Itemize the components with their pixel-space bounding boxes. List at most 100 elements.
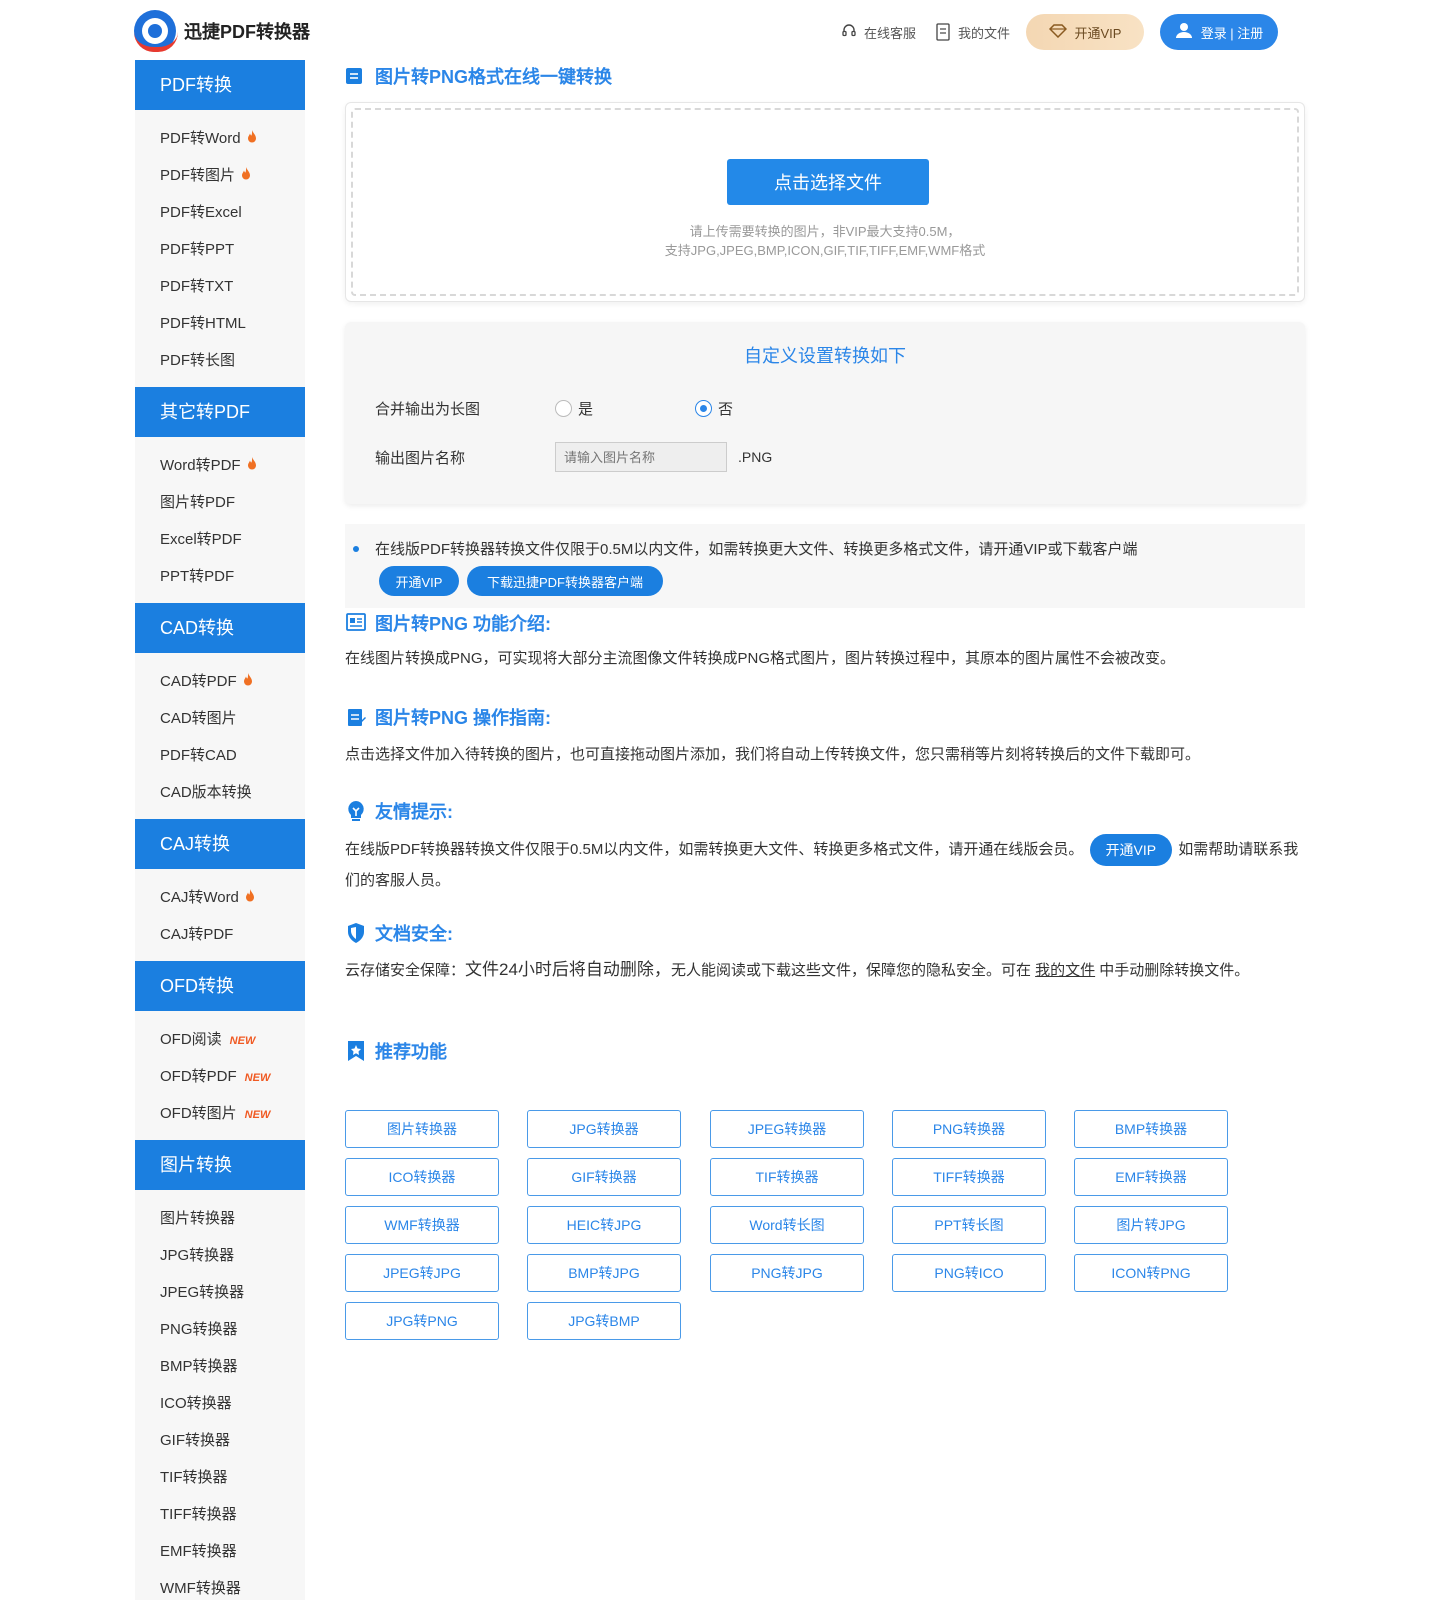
recommend-button[interactable]: Word转长图 <box>710 1206 864 1244</box>
choose-file-button[interactable]: 点击选择文件 <box>727 159 929 205</box>
recommend-button[interactable]: JPEG转JPG <box>345 1254 499 1292</box>
intro-section: 图片转PNG 功能介绍: 在线图片转换成PNG，可实现将大部分主流图像文件转换成… <box>345 608 1305 674</box>
sidebar-item[interactable]: PDF转Excel <box>135 194 305 231</box>
sidebar-item[interactable]: Excel转PDF <box>135 521 305 558</box>
radio-option-yes[interactable]: 是 <box>555 398 593 419</box>
sidebar-item[interactable]: OFD转图片 NEW <box>135 1095 305 1132</box>
sidebar-item[interactable]: ICO转换器 <box>135 1385 305 1422</box>
sidebar-item-label: Excel转PDF <box>160 531 242 548</box>
recommend-button[interactable]: BMP转JPG <box>527 1254 681 1292</box>
recommend-button[interactable]: 图片转JPG <box>1074 1206 1228 1244</box>
fire-icon <box>247 130 257 146</box>
recommend-button[interactable]: TIFF转换器 <box>892 1158 1046 1196</box>
sidebar-item[interactable]: PDF转CAD <box>135 737 305 774</box>
sidebar-category-header[interactable]: CAJ转换 <box>135 819 305 869</box>
sidebar-item[interactable]: BMP转换器 <box>135 1348 305 1385</box>
sidebar-item-label: CAD转PDF <box>160 673 237 690</box>
recommend-button[interactable]: PNG转ICO <box>892 1254 1046 1292</box>
sidebar-category-header[interactable]: PDF转换 <box>135 60 305 110</box>
sidebar-category-header[interactable]: OFD转换 <box>135 961 305 1011</box>
sidebar-item-label: JPEG转换器 <box>160 1284 245 1301</box>
recommend-button[interactable]: ICON转PNG <box>1074 1254 1228 1292</box>
logo[interactable]: 迅捷PDF转换器 <box>134 10 310 52</box>
sidebar-item[interactable]: JPG转换器 <box>135 1237 305 1274</box>
recommend-button[interactable]: HEIC转JPG <box>527 1206 681 1244</box>
radio-no[interactable] <box>695 400 712 417</box>
sidebar-category-header[interactable]: 其它转PDF <box>135 387 305 437</box>
recommend-button[interactable]: BMP转换器 <box>1074 1110 1228 1148</box>
sidebar-item[interactable]: CAD转图片 <box>135 700 305 737</box>
open-vip-button[interactable]: 开通VIP <box>1026 14 1144 50</box>
sidebar-item-label: 图片转换器 <box>160 1210 236 1227</box>
recommend-button[interactable]: EMF转换器 <box>1074 1158 1228 1196</box>
sidebar-item[interactable]: GIF转换器 <box>135 1422 305 1459</box>
sidebar-item[interactable]: OFD阅读 NEW <box>135 1021 305 1058</box>
sidebar-item[interactable]: CAD转PDF <box>135 663 305 700</box>
sidebar-item-label: TIF转换器 <box>160 1469 228 1486</box>
sidebar-item[interactable]: CAJ转PDF <box>135 916 305 953</box>
login-register-button[interactable]: 登录 | 注册 <box>1160 14 1278 50</box>
recommend-button[interactable]: PPT转长图 <box>892 1206 1046 1244</box>
sidebar-item[interactable]: 图片转换器 <box>135 1200 305 1237</box>
my-files-inline-link[interactable]: 我的文件 <box>1035 962 1095 979</box>
download-client-button[interactable]: 下载迅捷PDF转换器客户端 <box>467 566 663 596</box>
sidebar-item[interactable]: TIF转换器 <box>135 1459 305 1496</box>
sidebar-item[interactable]: OFD转PDF NEW <box>135 1058 305 1095</box>
customer-service-link[interactable]: 在线客服 <box>840 23 916 42</box>
recommend-button[interactable]: PNG转换器 <box>892 1110 1046 1148</box>
settings-panel: 自定义设置转换如下 合并输出为长图 是 否 输出图片名称 .PNG <box>345 322 1305 504</box>
sidebar-item[interactable]: 图片转PDF <box>135 484 305 521</box>
sidebar-item[interactable]: PDF转HTML <box>135 305 305 342</box>
sidebar-item[interactable]: Word转PDF <box>135 447 305 484</box>
security-suffix: 中手动删除转换文件。 <box>1095 962 1250 979</box>
sidebar-item-label: PDF转Excel <box>160 204 242 221</box>
bookmark-star-icon <box>345 1040 367 1062</box>
upload-dropzone[interactable]: 点击选择文件 请上传需要转换的图片，非VIP最大支持0.5M， 支持JPG,JP… <box>351 108 1299 296</box>
customer-service-label: 在线客服 <box>863 25 916 41</box>
radio-option-no[interactable]: 否 <box>695 398 733 419</box>
sidebar-item[interactable]: PDF转Word <box>135 120 305 157</box>
recommend-button[interactable]: ICO转换器 <box>345 1158 499 1196</box>
output-name-input[interactable] <box>555 442 727 472</box>
sidebar-item[interactable]: PPT转PDF <box>135 558 305 595</box>
recommend-button[interactable]: GIF转换器 <box>527 1158 681 1196</box>
notice-vip-button[interactable]: 开通VIP <box>379 566 459 596</box>
sidebar-item[interactable]: PDF转TXT <box>135 268 305 305</box>
sidebar-item-label: OFD阅读 <box>160 1031 222 1048</box>
recommend-button[interactable]: JPG转换器 <box>527 1110 681 1148</box>
sidebar-item-label: CAJ转Word <box>160 889 239 906</box>
upload-tip: 请上传需要转换的图片，非VIP最大支持0.5M， 支持JPG,JPEG,BMP,… <box>353 222 1297 260</box>
sidebar-item[interactable]: WMF转换器 <box>135 1570 305 1600</box>
sidebar-item[interactable]: JPEG转换器 <box>135 1274 305 1311</box>
sidebar-item-label: Word转PDF <box>160 457 241 474</box>
sidebar-item[interactable]: PNG转换器 <box>135 1311 305 1348</box>
upload-area[interactable]: 点击选择文件 请上传需要转换的图片，非VIP最大支持0.5M， 支持JPG,JP… <box>345 102 1305 302</box>
guide-section: 图片转PNG 操作指南: 点击选择文件加入待转换的图片，也可直接拖动图片添加，我… <box>345 702 1305 770</box>
recommend-button[interactable]: JPEG转换器 <box>710 1110 864 1148</box>
tips-vip-button[interactable]: 开通VIP <box>1089 834 1173 866</box>
recommend-title-row: 推荐功能 <box>345 1036 1305 1066</box>
sidebar-item[interactable]: CAD版本转换 <box>135 774 305 811</box>
my-files-link[interactable]: 我的文件 <box>934 23 1010 42</box>
sidebar-item-label: PDF转TXT <box>160 278 234 295</box>
sidebar-item-label: OFD转图片 <box>160 1105 237 1122</box>
recommend-button[interactable]: PNG转JPG <box>710 1254 864 1292</box>
recommend-button[interactable]: WMF转换器 <box>345 1206 499 1244</box>
radio-yes[interactable] <box>555 400 572 417</box>
sidebar-category-header[interactable]: 图片转换 <box>135 1140 305 1190</box>
sidebar-item[interactable]: PDF转PPT <box>135 231 305 268</box>
sidebar-item-label: WMF转换器 <box>160 1580 241 1597</box>
recommend-button[interactable]: 图片转换器 <box>345 1110 499 1148</box>
sidebar-item[interactable]: PDF转图片 <box>135 157 305 194</box>
sidebar-category-header[interactable]: CAD转换 <box>135 603 305 653</box>
recommend-button[interactable]: JPG转BMP <box>527 1302 681 1340</box>
recommend-button[interactable]: JPG转PNG <box>345 1302 499 1340</box>
upload-tip-line1: 请上传需要转换的图片，非VIP最大支持0.5M， <box>689 224 961 239</box>
logo-text: 迅捷PDF转换器 <box>184 22 310 42</box>
recommend-button[interactable]: TIF转换器 <box>710 1158 864 1196</box>
sidebar-item[interactable]: EMF转换器 <box>135 1533 305 1570</box>
guide-title: 图片转PNG 操作指南: <box>375 708 552 728</box>
sidebar-item[interactable]: CAJ转Word <box>135 879 305 916</box>
sidebar-item[interactable]: PDF转长图 <box>135 342 305 379</box>
sidebar-item[interactable]: TIFF转换器 <box>135 1496 305 1533</box>
